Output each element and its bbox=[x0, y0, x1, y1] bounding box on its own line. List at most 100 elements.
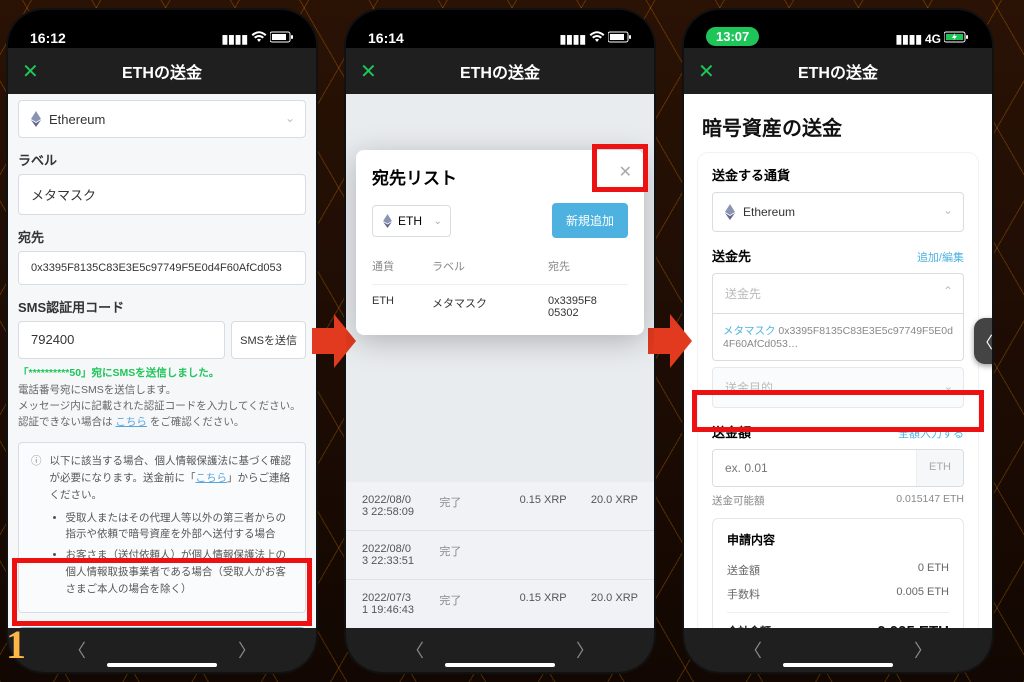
chevron-down-icon: ⌄ bbox=[944, 380, 953, 393]
signal-icon: ▮▮▮▮ bbox=[222, 32, 248, 46]
forward-icon[interactable]: 〉 bbox=[238, 637, 256, 663]
info-link[interactable]: こちら bbox=[195, 472, 227, 484]
back-icon[interactable]: 〈 bbox=[744, 637, 762, 663]
currency-value: Ethereum bbox=[743, 205, 795, 219]
history-row[interactable]: 2022/07/3 1 19:46:43完了0.15 XRP20.0 XRP bbox=[346, 580, 654, 628]
modal-title: 宛先リスト bbox=[372, 164, 628, 189]
currency-select[interactable]: Ethereum ⌄ bbox=[712, 192, 964, 232]
signal-icon: ▮▮▮▮ bbox=[896, 32, 922, 46]
currency-section-label: 送金する通貨 bbox=[712, 165, 964, 184]
summary-amount-row: 送金額0 ETH bbox=[727, 558, 949, 582]
destination-option[interactable]: メタマスク 0x3395F8135C83E3E5c97749F5E0d4F60A… bbox=[712, 313, 964, 361]
label-input[interactable]: メタマスク bbox=[18, 174, 306, 215]
notch bbox=[97, 10, 227, 36]
nav-bar: ✕ ETHの送金 bbox=[8, 48, 316, 94]
destination-select[interactable]: 送金先 ⌃ bbox=[712, 273, 964, 314]
row-label: メタマスク bbox=[432, 295, 548, 319]
row-address: 0x3395F8 05302 bbox=[548, 295, 628, 319]
close-icon[interactable]: ✕ bbox=[698, 59, 715, 84]
destination-value: 0x3395F8135C83E3E5c97749F5E0d4F60AfCd053 bbox=[31, 262, 282, 274]
status-icons: ▮▮▮▮ bbox=[222, 31, 294, 46]
summary-total-row: 合計金額0.005 ETH bbox=[727, 612, 949, 628]
page-title: ETHの送金 bbox=[798, 59, 878, 83]
send-form-card: 送金する通貨 Ethereum ⌄ 送金先 追加/編集 送金先 ⌃ メタマスク … bbox=[698, 153, 978, 628]
currency-filter-select[interactable]: ETH ⌄ bbox=[372, 205, 451, 237]
phone-screen-1: 16:12 ▮▮▮▮ ✕ ETHの送金 Ethereum ⌄ ラベル メ bbox=[8, 10, 316, 672]
summary-title: 申請内容 bbox=[727, 531, 949, 548]
send-sms-button[interactable]: SMSを送信 bbox=[231, 321, 306, 359]
side-toggle-button[interactable]: 〈 bbox=[974, 318, 992, 364]
wifi-icon bbox=[589, 31, 605, 46]
destination-placeholder: 送金先 bbox=[725, 287, 761, 301]
balance-row: 送金可能額 0.015147 ETH bbox=[712, 493, 964, 508]
currency-select[interactable]: Ethereum ⌄ bbox=[18, 100, 306, 138]
page-title: ETHの送金 bbox=[460, 59, 540, 83]
ethereum-icon bbox=[31, 111, 41, 127]
currency-filter-value: ETH bbox=[398, 214, 422, 228]
info-icon: ⓘ bbox=[31, 453, 42, 601]
home-indicator[interactable] bbox=[783, 663, 893, 667]
purpose-placeholder: 送金目的 bbox=[725, 381, 773, 395]
background-glyph: 1 bbox=[6, 621, 26, 668]
info-disclosure-box: ⓘ 以下に該当する場合、個人情報保護法に基づく確認が必要になります。送金前に「こ… bbox=[18, 442, 306, 612]
table-row[interactable]: ETH メタマスク 0x3395F8 05302 bbox=[372, 285, 628, 329]
phone-screen-2: 16:14 ▮▮▮▮ ✕ ETHの送金 2022/08/0 3 22:58:09… bbox=[346, 10, 654, 672]
amount-input[interactable] bbox=[713, 450, 916, 486]
purpose-select[interactable]: 送金目的 ⌄ bbox=[712, 367, 964, 408]
status-icons: ▮▮▮▮ 4G bbox=[896, 31, 970, 46]
currency-value: Ethereum bbox=[49, 112, 105, 127]
amount-section-label: 送金額 全額入力する bbox=[712, 422, 964, 441]
label-heading: ラベル bbox=[18, 150, 306, 169]
ethereum-icon bbox=[725, 204, 735, 220]
close-icon[interactable]: ✕ bbox=[22, 59, 39, 84]
forward-icon[interactable]: 〉 bbox=[576, 637, 594, 663]
row-currency: ETH bbox=[372, 295, 432, 319]
destination-option-label: メタマスク bbox=[723, 325, 776, 337]
wifi-icon bbox=[251, 31, 267, 46]
sms-code-input[interactable]: 792400 bbox=[18, 321, 225, 359]
sms-sent-note: 「**********50」宛にSMSを送信しました。 bbox=[18, 365, 306, 380]
notch bbox=[773, 10, 903, 36]
new-destination-button[interactable]: 新規追加 bbox=[552, 203, 628, 238]
clock: 16:14 bbox=[368, 30, 404, 46]
forward-icon[interactable]: 〉 bbox=[914, 637, 932, 663]
nav-bar: ✕ ETHの送金 bbox=[684, 48, 992, 94]
destination-list-modal: ✕ 宛先リスト ETH ⌄ 新規追加 通貨ラベル宛先 ETH メタマスク 0 bbox=[356, 150, 644, 335]
clock: 13:07 bbox=[706, 27, 759, 46]
chevron-down-icon: ⌄ bbox=[434, 216, 442, 227]
chevron-down-icon: ⌄ bbox=[285, 111, 295, 125]
table-header: 通貨ラベル宛先 bbox=[372, 248, 628, 285]
arrow-icon bbox=[312, 308, 356, 374]
page-title: ETHの送金 bbox=[122, 59, 202, 83]
history-row[interactable]: 2022/08/0 3 22:33:51完了 bbox=[346, 531, 654, 580]
network-label: 4G bbox=[925, 32, 941, 46]
sms-help-link[interactable]: こちら bbox=[115, 416, 147, 428]
info-bullet-2: お客さま（送付依頼人）が個人情報保護法上の個人情報取扱事業者である場合（受取人が… bbox=[66, 547, 294, 597]
home-indicator[interactable] bbox=[445, 663, 555, 667]
arrow-icon bbox=[648, 308, 692, 374]
sms-help-text: 電話番号宛にSMSを送信します。 メッセージ内に記載された認証コードを入力してく… bbox=[18, 383, 306, 430]
close-icon[interactable]: ✕ bbox=[360, 59, 377, 84]
summary-box: 申請内容 送金額0 ETH 手数料0.005 ETH 合計金額0.005 ETH bbox=[712, 518, 964, 628]
back-icon[interactable]: 〈 bbox=[406, 637, 424, 663]
content-area: 暗号資産の送金 送金する通貨 Ethereum ⌄ 送金先 追加/編集 送金先 … bbox=[684, 94, 992, 628]
edit-destinations-link[interactable]: 追加/編集 bbox=[917, 249, 964, 265]
signal-icon: ▮▮▮▮ bbox=[560, 32, 586, 46]
clock: 16:12 bbox=[30, 30, 66, 46]
amount-unit: ETH bbox=[916, 450, 963, 486]
battery-charging-icon bbox=[944, 31, 970, 46]
fill-all-link[interactable]: 全額入力する bbox=[898, 425, 964, 441]
destination-input[interactable]: 0x3395F8135C83E3E5c97749F5E0d4F60AfCd053 bbox=[18, 251, 306, 285]
modal-close-icon[interactable]: ✕ bbox=[619, 162, 632, 182]
sms-code-value: 792400 bbox=[31, 332, 74, 347]
page-heading: 暗号資産の送金 bbox=[688, 94, 988, 147]
label-value: メタマスク bbox=[31, 188, 96, 203]
add-button[interactable]: 追加 bbox=[18, 627, 306, 628]
history-row[interactable]: 2022/08/0 3 22:58:09完了0.15 XRP20.0 XRP bbox=[346, 482, 654, 531]
ethereum-icon bbox=[383, 214, 392, 228]
info-bullet-1: 受取人またはその代理人等以外の第三者からの指示や依頼で暗号資産を外部へ送付する場… bbox=[66, 510, 294, 544]
home-indicator[interactable] bbox=[107, 663, 217, 667]
content-area: Ethereum ⌄ ラベル メタマスク 宛先 0x3395F8135C83E3… bbox=[8, 94, 316, 628]
back-icon[interactable]: 〈 bbox=[68, 637, 86, 663]
chevron-down-icon: ⌄ bbox=[943, 203, 953, 217]
